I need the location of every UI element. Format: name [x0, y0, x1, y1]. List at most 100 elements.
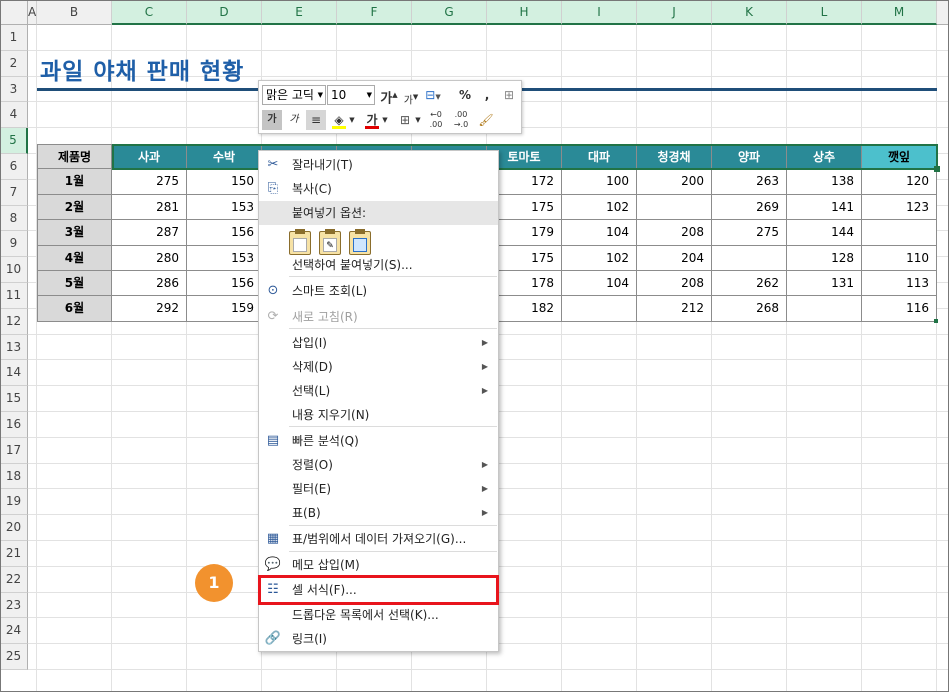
table-cell[interactable] [562, 296, 637, 322]
font-color-icon[interactable]: 가 [362, 110, 382, 130]
font-name-box[interactable]: 맑은 고딕 ▼ [262, 85, 326, 105]
table-cell[interactable]: 153 [187, 194, 262, 221]
table-cell[interactable]: 123 [862, 194, 937, 221]
table-cell[interactable]: 104 [562, 220, 637, 246]
row-header-8[interactable]: 8 [0, 205, 28, 232]
menu-item-smart-lookup[interactable]: ⊙ 스마트 조회(L) [259, 279, 498, 303]
italic-button[interactable]: 가 [284, 110, 304, 130]
row-header-13[interactable]: 13 [0, 334, 28, 361]
quick-analysis-handle[interactable] [934, 319, 938, 323]
column-header-h[interactable]: H [487, 0, 562, 25]
table-cell[interactable]: 116 [862, 296, 937, 322]
row-header-23[interactable]: 23 [0, 592, 28, 619]
table-corner-header[interactable]: 제품명 [37, 144, 112, 170]
table-cell[interactable] [712, 245, 787, 271]
accounting-format-icon[interactable]: ⊟▼ [423, 85, 443, 105]
menu-item-entry-8[interactable]: 선택(L) ▶ [259, 379, 498, 403]
paste-icon[interactable] [289, 229, 311, 255]
table-cell[interactable]: 275 [112, 169, 187, 195]
paste-picture-icon[interactable] [349, 229, 371, 255]
font-size-box[interactable]: 10 ▼ [327, 85, 375, 105]
table-cell[interactable]: 268 [712, 296, 787, 322]
row-header-15[interactable]: 15 [0, 386, 28, 412]
row-header-11[interactable]: 11 [0, 283, 28, 309]
menu-item-link[interactable]: 🔗 링크(I) [259, 627, 498, 651]
menu-item-entry-11[interactable]: 정렬(O) ▶ [259, 453, 498, 477]
increase-decimal-icon[interactable]: ←0.00 [426, 110, 446, 130]
table-header-cell[interactable]: 상추 [787, 144, 862, 170]
table-cell[interactable]: 286 [112, 271, 187, 297]
fill-color-icon[interactable]: ◈ [329, 110, 349, 130]
increase-font-icon[interactable]: 가▲ [379, 85, 399, 106]
row-header-24[interactable]: 24 [0, 618, 28, 645]
column-header-j[interactable]: J [637, 0, 712, 25]
table-cell[interactable]: 159 [187, 296, 262, 322]
bold-button[interactable]: 가 [262, 110, 282, 130]
menu-item-scissors[interactable]: ✂ 잘라내기(T) [259, 153, 498, 177]
table-cell[interactable]: 263 [712, 169, 787, 195]
row-header-19[interactable]: 19 [0, 489, 28, 516]
menu-item-entry-13[interactable]: 표(B) ▶ [259, 501, 498, 525]
borders-icon[interactable]: ⊞ [395, 110, 415, 130]
table-header-cell[interactable]: 대파 [562, 144, 637, 170]
table-cell[interactable]: 212 [637, 296, 712, 322]
table-cell[interactable]: 204 [637, 245, 712, 271]
month-label[interactable]: 5월 [37, 271, 112, 297]
table-header-cell[interactable]: 수박 [187, 144, 262, 170]
month-label[interactable]: 3월 [37, 220, 112, 246]
column-header-i[interactable]: I [562, 0, 637, 25]
row-header-7[interactable]: 7 [0, 179, 28, 206]
table-cell[interactable]: 104 [562, 271, 637, 297]
table-cell[interactable]: 153 [187, 245, 262, 271]
row-header-21[interactable]: 21 [0, 541, 28, 567]
row-header-1[interactable]: 1 [0, 25, 28, 51]
align-center-icon[interactable]: ≡ [306, 110, 326, 130]
table-cell[interactable]: 113 [862, 271, 937, 297]
borders-dropdown-icon[interactable]: ▼ [413, 110, 423, 130]
table-cell[interactable]: 128 [787, 245, 862, 271]
decrease-decimal-icon[interactable]: .00 →.0 [451, 110, 471, 130]
comma-style-icon[interactable]: , [477, 85, 497, 105]
table-header-cell[interactable]: 깻잎 [862, 144, 937, 170]
row-header-17[interactable]: 17 [0, 437, 28, 464]
table-cell[interactable]: 275 [712, 220, 787, 246]
table-header-cell[interactable]: 사과 [112, 144, 187, 170]
column-header-m[interactable]: M [862, 0, 937, 25]
table-cell[interactable] [862, 220, 937, 246]
table-cell[interactable]: 281 [112, 194, 187, 221]
column-header-b[interactable]: B [37, 0, 112, 25]
table-cell[interactable]: 102 [562, 194, 637, 221]
table-cell[interactable] [637, 194, 712, 221]
table-cell[interactable]: 120 [862, 169, 937, 195]
menu-item-entry-12[interactable]: 필터(E) ▶ [259, 477, 498, 501]
table-header-cell[interactable]: 양파 [712, 144, 787, 170]
percent-style-icon[interactable]: % [455, 85, 475, 105]
menu-item-copy[interactable]: ⎘ 복사(C) [259, 177, 498, 201]
column-header-c[interactable]: C [112, 0, 187, 25]
row-header-12[interactable]: 12 [0, 308, 28, 335]
fill-handle[interactable] [934, 166, 940, 172]
table-cell[interactable]: 287 [112, 220, 187, 246]
month-label[interactable]: 4월 [37, 245, 112, 271]
paste-formulas-icon[interactable]: ✎ [319, 229, 341, 255]
fill-color-dropdown-icon[interactable]: ▼ [347, 110, 357, 130]
menu-item-entry-7[interactable]: 삭제(D) ▶ [259, 355, 498, 379]
column-header-e[interactable]: E [262, 0, 337, 25]
table-cell[interactable]: 200 [637, 169, 712, 195]
column-header-f[interactable]: F [337, 0, 412, 25]
table-cell[interactable]: 208 [637, 271, 712, 297]
table-header-cell[interactable]: 청경채 [637, 144, 712, 170]
table-cell[interactable]: 156 [187, 220, 262, 246]
merge-center-icon[interactable]: ⊞ [499, 85, 519, 105]
row-header-9[interactable]: 9 [0, 231, 28, 258]
row-header-10[interactable]: 10 [0, 257, 28, 283]
table-cell[interactable]: 156 [187, 271, 262, 297]
row-header-18[interactable]: 18 [0, 463, 28, 490]
column-header-l[interactable]: L [787, 0, 862, 25]
menu-item-refresh[interactable]: ⟳ 새로 고침(R) [259, 305, 498, 329]
column-header-g[interactable]: G [412, 0, 487, 25]
row-header-20[interactable]: 20 [0, 515, 28, 541]
table-cell[interactable]: 131 [787, 271, 862, 297]
table-cell[interactable] [787, 296, 862, 322]
table-cell[interactable]: 138 [787, 169, 862, 195]
